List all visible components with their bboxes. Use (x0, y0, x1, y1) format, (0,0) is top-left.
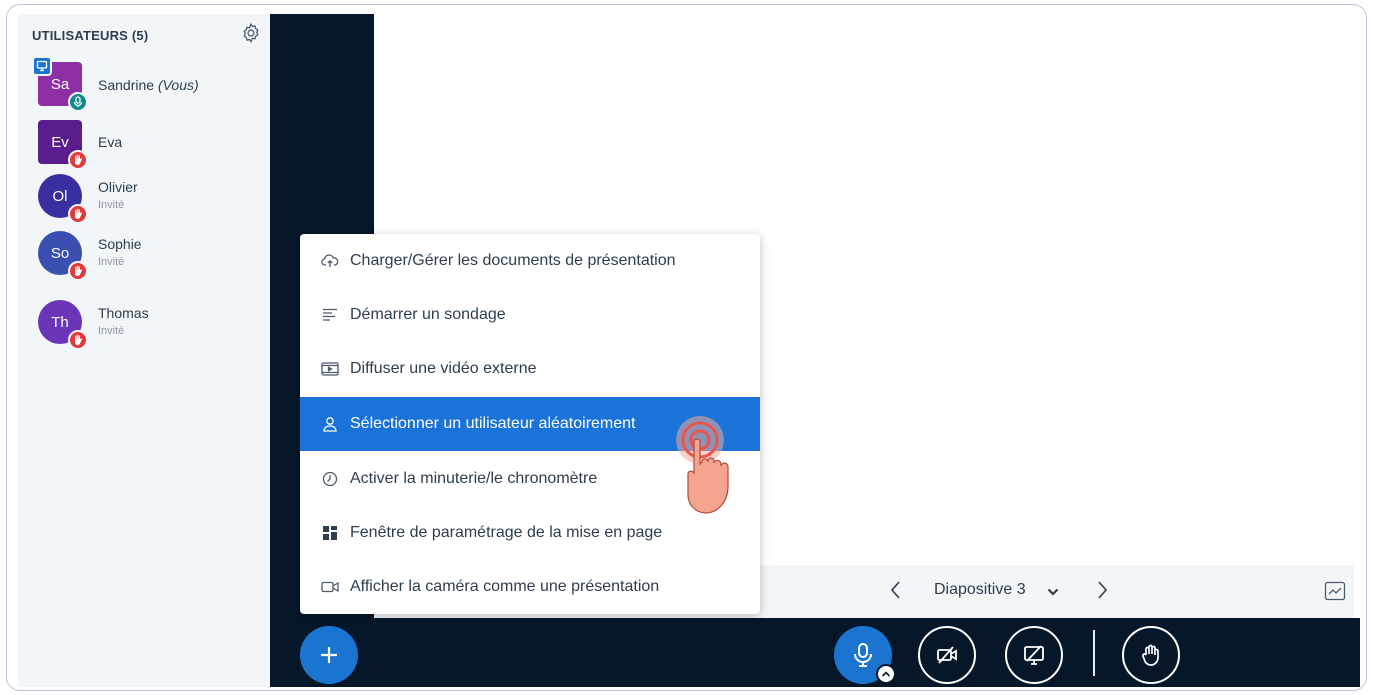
user-name: Olivier (98, 179, 138, 195)
users-sidebar: UTILISATEURS (5) Sa Sandrine (Vous) Ev E… (18, 14, 270, 687)
raise-hand-button[interactable] (1122, 626, 1180, 684)
tap-hand-icon (676, 416, 729, 514)
menu-item-camera-as-presentation[interactable]: Afficher la caméra comme une présentatio… (300, 560, 760, 614)
user-role: Invité (98, 199, 125, 211)
whiteboard-icon[interactable] (1324, 581, 1346, 601)
user-name: Sophie (98, 236, 142, 252)
user-list-item-sandrine[interactable]: Sa Sandrine (Vous) (32, 56, 268, 112)
slide-selector[interactable]: Diapositive 3 (934, 581, 1026, 599)
user-name: Sandrine (Vous) (98, 77, 199, 93)
hand-icon (68, 150, 88, 170)
plus-icon (321, 647, 337, 663)
audio-settings-button[interactable] (876, 664, 896, 684)
user-name: Thomas (98, 305, 149, 321)
menu-item-label: Afficher la caméra comme une présentatio… (350, 578, 660, 595)
user-list-item-olivier[interactable]: Ol Olivier Invité (38, 174, 268, 224)
actions-plus-button[interactable] (300, 626, 358, 684)
hand-icon (1142, 644, 1159, 666)
previous-slide-button[interactable] (886, 577, 906, 603)
chevron-up-icon (881, 671, 891, 677)
clock-icon (320, 470, 340, 488)
presenter-icon (32, 56, 52, 76)
screen-share-off-icon (1024, 645, 1044, 665)
next-slide-button[interactable] (1092, 577, 1112, 603)
toolbar-divider (1093, 630, 1095, 676)
gear-icon[interactable] (240, 22, 262, 44)
camera-off-icon (937, 646, 957, 664)
user-icon (320, 415, 340, 433)
hand-icon (68, 330, 88, 350)
menu-item-upload-presentation[interactable]: Charger/Gérer les documents de présentat… (300, 234, 760, 288)
menu-item-label: Charger/Gérer les documents de présentat… (350, 252, 676, 269)
user-list-item-eva[interactable]: Ev Eva (38, 120, 268, 170)
video-play-icon (320, 360, 340, 378)
poll-list-icon (320, 306, 340, 324)
menu-item-label: Sélectionner un utilisateur aléatoiremen… (350, 415, 636, 432)
layout-grid-icon (320, 524, 340, 542)
menu-item-start-poll[interactable]: Démarrer un sondage (300, 288, 760, 342)
user-list-item-thomas[interactable]: Th Thomas Invité (38, 300, 268, 350)
user-role: Invité (98, 325, 125, 337)
hand-icon (68, 204, 88, 224)
user-list-item-sophie[interactable]: So Sophie Invité (38, 231, 268, 281)
camera-icon (320, 578, 340, 596)
menu-item-label: Activer la minuterie/le chronomètre (350, 470, 598, 487)
mic-icon (854, 643, 872, 667)
menu-item-external-video[interactable]: Diffuser une vidéo externe (300, 342, 760, 396)
mic-icon (68, 92, 88, 112)
bottom-action-bar (270, 618, 1360, 687)
avatar-initials: So (50, 244, 70, 262)
cloud-upload-icon (320, 252, 340, 270)
menu-item-label: Fenêtre de paramétrage de la mise en pag… (350, 524, 663, 541)
hand-icon (68, 261, 88, 281)
users-title: UTILISATEURS (5) (32, 28, 149, 43)
menu-item-label: Diffuser une vidéo externe (350, 360, 537, 377)
avatar-initials: Ev (51, 133, 69, 151)
screen-share-button[interactable] (1005, 626, 1063, 684)
avatar-initials: Ol (52, 187, 68, 205)
avatar-initials: Th (51, 313, 69, 331)
menu-item-label: Démarrer un sondage (350, 306, 506, 323)
user-role: Invité (98, 256, 125, 268)
chevron-down-icon[interactable] (1046, 585, 1060, 599)
user-name: Eva (98, 134, 123, 150)
avatar-initials: Sa (50, 75, 70, 93)
camera-off-button[interactable] (918, 626, 976, 684)
